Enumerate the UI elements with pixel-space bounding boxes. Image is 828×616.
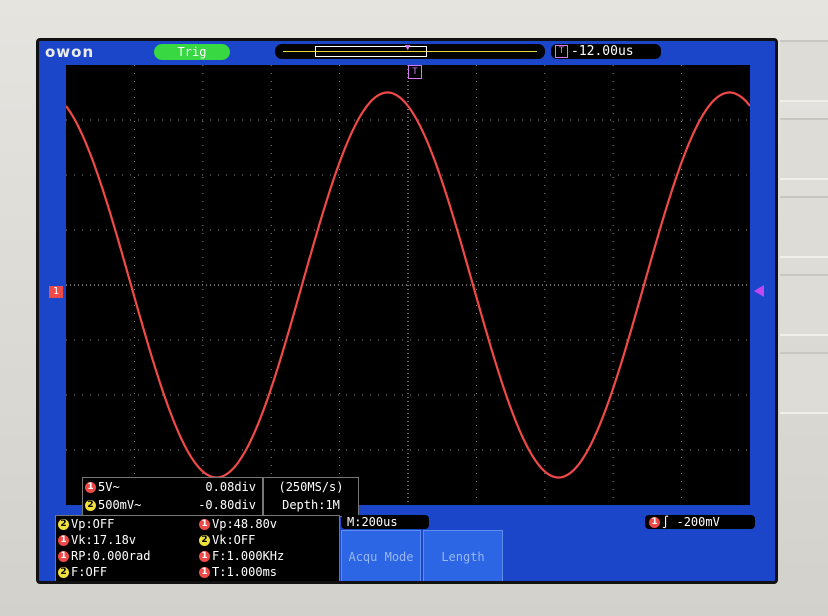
meas-text: F:1.000KHz xyxy=(212,549,285,563)
meas-right-1: 2 Vk:OFF xyxy=(199,533,255,548)
horizontal-offset-readout: T -12.00us xyxy=(551,44,661,59)
graticule-grid xyxy=(66,65,750,505)
waveform-graticule xyxy=(66,65,750,505)
memory-trigger-marker-icon: ▼ xyxy=(405,43,411,53)
measurement-panel: 2 Vp:OFF 1 Vk:17.18v 1 RP:0.000rad 2 F:OFF 1… xyxy=(55,515,340,581)
bezel-key-1[interactable] xyxy=(780,40,828,102)
meas-text: Vk:OFF xyxy=(212,533,256,547)
meas-text: Vp:48.80v xyxy=(212,517,278,531)
meas-ch-icon: 2 xyxy=(199,535,210,546)
meas-right-2: 1 F:1.000KHz xyxy=(199,549,284,564)
trigger-level: -200mV xyxy=(676,515,720,529)
time-offset-value: -12.00us xyxy=(571,44,634,59)
ch1-badge-icon: 1 xyxy=(85,482,96,493)
sampling-panel: (250MS/s) Depth:1M xyxy=(263,477,359,517)
bezel-key-2[interactable] xyxy=(780,118,828,180)
channel-settings-panel: 1 5V~ 0.08div 2 500mV~ -0.80div xyxy=(82,477,263,517)
meas-ch-icon: 2 xyxy=(58,567,69,578)
meas-ch-icon: 1 xyxy=(199,519,210,530)
waveform-display xyxy=(66,65,750,505)
memory-position-bar: ▼ xyxy=(275,43,545,59)
ch2-badge-icon: 2 xyxy=(85,500,96,511)
trigger-status-badge: Trig xyxy=(154,44,230,60)
trigger-level-marker-icon xyxy=(754,285,764,297)
meas-ch-icon: 1 xyxy=(199,551,210,562)
trigger-info-readout: 1 ∫ -200mV xyxy=(645,515,755,529)
timebase-readout: M:200us xyxy=(341,515,429,529)
top-status-bar: owon Trig ▼ T -12.00us xyxy=(39,41,775,63)
ch1-scale: 5V~ xyxy=(98,480,120,494)
meas-ch-icon: 1 xyxy=(58,551,69,562)
ch1-position: 0.08div xyxy=(205,480,256,494)
trigger-slope-icon: ∫ xyxy=(662,515,670,529)
ch2-position: -0.80div xyxy=(198,498,256,512)
trigger-source-icon: 1 xyxy=(649,517,660,528)
meas-left-3: 2 F:OFF xyxy=(58,565,107,580)
softkey-acqu-mode[interactable]: Acqu Mode xyxy=(341,530,421,581)
meas-ch-icon: 1 xyxy=(58,535,69,546)
meas-right-0: 1 Vp:48.80v xyxy=(199,517,277,532)
meas-text: Vp:OFF xyxy=(71,517,115,531)
meas-ch-icon: 1 xyxy=(199,567,210,578)
ch1-level-marker: 1 xyxy=(49,286,63,298)
bezel-key-3[interactable] xyxy=(780,196,828,258)
meas-text: T:1.000ms xyxy=(212,565,278,579)
record-depth: Depth:1M xyxy=(282,498,340,512)
sample-rate: (250MS/s) xyxy=(278,480,344,494)
meas-left-2: 1 RP:0.000rad xyxy=(58,549,150,564)
bezel-key-5[interactable] xyxy=(780,352,828,414)
meas-left-1: 1 Vk:17.18v xyxy=(58,533,136,548)
bezel-key-4[interactable] xyxy=(780,274,828,336)
meas-ch-icon: 2 xyxy=(58,519,69,530)
meas-right-3: 1 T:1.000ms xyxy=(199,565,277,580)
ch2-settings-row: 2 500mV~ -0.80div xyxy=(85,497,260,514)
softkey-length[interactable]: Length xyxy=(423,530,503,581)
ch1-settings-row: 1 5V~ 0.08div xyxy=(85,479,260,496)
meas-text: RP:0.000rad xyxy=(71,549,151,563)
meas-text: F:OFF xyxy=(71,565,108,579)
brand-logo: owon xyxy=(45,43,95,61)
ch2-scale: 500mV~ xyxy=(98,498,142,512)
scope-screen: owon Trig ▼ T -12.00us T 1 1 5V~ 0.08div 2… xyxy=(36,38,778,584)
trigger-position-icon: T xyxy=(408,65,422,79)
bezel-right-keys xyxy=(778,40,828,580)
meas-text: Vk:17.18v xyxy=(71,533,137,547)
meas-left-0: 2 Vp:OFF xyxy=(58,517,114,532)
trigger-t-icon: T xyxy=(555,45,568,58)
